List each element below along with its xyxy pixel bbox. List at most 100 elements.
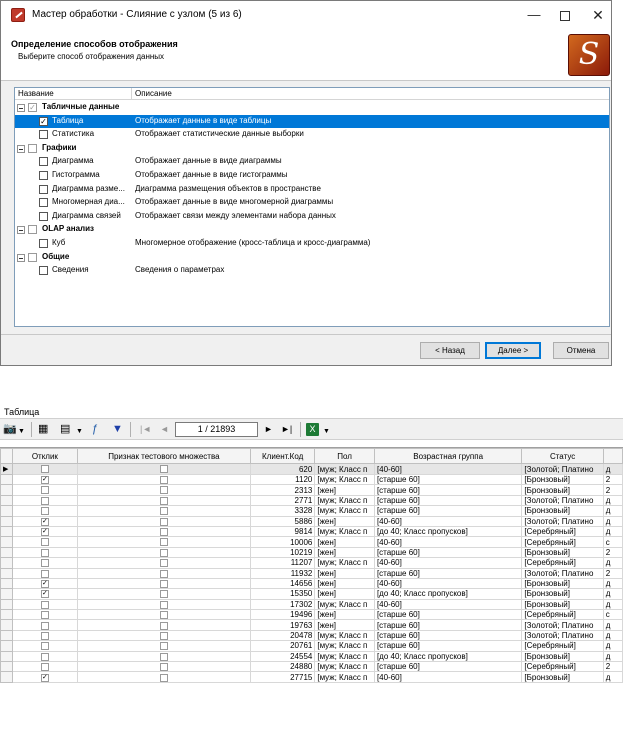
cell-gender[interactable]: [жен] <box>314 536 375 548</box>
row-indicator[interactable] <box>0 598 13 611</box>
cell-otklik[interactable] <box>11 650 78 663</box>
cell-extra[interactable]: 2 <box>602 484 623 496</box>
group-checkbox[interactable] <box>28 252 37 262</box>
cell-status[interactable]: [Серебряный] <box>521 525 604 538</box>
row-indicator[interactable] <box>0 525 13 538</box>
checkbox[interactable] <box>40 548 49 557</box>
cell-age-group[interactable]: [старше 60] <box>373 546 523 559</box>
row-indicator[interactable] <box>0 619 13 631</box>
row-indicator[interactable] <box>0 494 13 507</box>
cell-test-set[interactable] <box>76 546 251 559</box>
cell-client-code[interactable]: 15350 <box>249 588 316 600</box>
item-checkbox[interactable] <box>39 198 48 208</box>
collapse-icon[interactable] <box>17 226 25 235</box>
cell-status[interactable]: [Золотой; Платино <box>521 619 604 631</box>
group-checkbox[interactable] <box>28 143 37 153</box>
cell-extra[interactable]: с <box>602 536 623 548</box>
row-indicator[interactable] <box>0 640 13 652</box>
cell-test-set[interactable] <box>76 494 251 507</box>
cell-extra[interactable]: 2 <box>602 661 623 673</box>
cell-extra[interactable]: 2 <box>602 567 623 579</box>
cell-otklik[interactable] <box>11 557 78 569</box>
cell-age-group[interactable]: [старше 60] <box>373 473 523 486</box>
group-checkbox[interactable] <box>28 225 37 235</box>
camera-icon[interactable]: 📷 <box>3 423 17 435</box>
checkbox[interactable] <box>40 465 49 474</box>
cell-age-group[interactable]: [старше 60] <box>373 494 523 507</box>
cell-extra[interactable]: д <box>602 557 623 569</box>
cell-gender[interactable]: [муж; Класс п <box>314 671 375 683</box>
cell-status[interactable]: [Серебряный] <box>521 661 604 673</box>
item-checkbox[interactable] <box>39 239 48 248</box>
minimize-button[interactable]: — <box>521 5 547 25</box>
checkbox[interactable] <box>40 538 49 547</box>
checkbox[interactable]: ✓ <box>40 590 49 599</box>
row-indicator[interactable] <box>0 557 13 569</box>
checkbox[interactable] <box>40 631 49 640</box>
maximize-button[interactable] <box>552 5 578 25</box>
tree-group[interactable]: OLAP анализ <box>15 223 609 236</box>
checkbox[interactable] <box>159 538 168 547</box>
collapse-icon[interactable] <box>17 144 25 153</box>
visualizer-item[interactable]: Гистограмма Отображает данные в виде гист… <box>15 169 609 182</box>
cell-status[interactable]: [Серебряный] <box>521 640 604 652</box>
properties-icon[interactable]: ▦ <box>38 423 48 435</box>
row-indicator[interactable] <box>0 473 13 486</box>
cell-gender[interactable]: [муж; Класс п <box>314 661 375 673</box>
cell-client-code[interactable]: 10219 <box>249 546 316 559</box>
item-checkbox[interactable] <box>39 171 48 180</box>
checkbox[interactable] <box>40 611 49 619</box>
cell-gender[interactable]: [жен] <box>314 588 375 600</box>
cell-status[interactable]: [Золотой; Платино <box>521 494 604 507</box>
cell-status[interactable]: [Серебряный] <box>521 536 604 548</box>
checkbox[interactable] <box>159 559 168 567</box>
checkbox[interactable] <box>159 621 168 630</box>
row-indicator[interactable] <box>0 671 13 683</box>
table-row[interactable]: ✓ 5886 [жен] [40-60] [Золотой; Платино д <box>0 515 623 527</box>
checkbox[interactable] <box>159 507 168 516</box>
checkbox[interactable] <box>159 528 168 536</box>
column-header-client-code[interactable]: Клиент.Код <box>249 448 316 464</box>
checkbox[interactable] <box>159 590 168 599</box>
cell-test-set[interactable] <box>76 588 251 600</box>
cell-test-set[interactable] <box>76 536 251 548</box>
page-indicator[interactable]: 1 / 21893 <box>175 422 258 437</box>
column-header-test-set[interactable]: Признак тестового множества <box>76 448 251 464</box>
cell-test-set[interactable] <box>76 619 251 631</box>
row-indicator[interactable]: ▶ <box>0 463 13 475</box>
cell-test-set[interactable] <box>76 525 251 538</box>
cell-test-set[interactable] <box>76 650 251 663</box>
cell-otklik[interactable] <box>11 536 78 548</box>
cell-age-group[interactable]: [старше 60] <box>373 629 523 642</box>
collapse-icon[interactable] <box>17 253 25 262</box>
checkbox[interactable]: ✓ <box>40 517 49 526</box>
checkbox[interactable] <box>40 663 49 671</box>
item-checkbox[interactable]: ✓ <box>39 116 48 126</box>
cell-otklik[interactable]: ✓ <box>11 577 78 590</box>
cell-client-code[interactable]: 24880 <box>249 661 316 673</box>
cell-test-set[interactable] <box>76 515 251 527</box>
table-row[interactable]: 10006 [жен] [40-60] [Серебряный] с <box>0 536 623 548</box>
row-indicator[interactable] <box>0 609 13 621</box>
item-checkbox[interactable] <box>39 184 48 194</box>
filter-icon[interactable]: ▼ <box>112 423 123 435</box>
cancel-button[interactable]: Отмена <box>553 342 609 359</box>
cell-client-code[interactable]: 20478 <box>249 629 316 642</box>
table-row[interactable]: 20761 [муж; Класс п [старше 60] [Серебряный… <box>0 640 623 652</box>
checkbox[interactable] <box>40 486 49 495</box>
cell-client-code[interactable]: 19496 <box>249 609 316 621</box>
row-indicator[interactable] <box>0 567 13 579</box>
checkbox[interactable]: ✓ <box>40 528 49 536</box>
checkbox[interactable] <box>159 600 168 609</box>
cell-test-set[interactable] <box>76 557 251 569</box>
checkbox[interactable] <box>159 465 168 474</box>
cell-gender[interactable]: [жен] <box>314 619 375 631</box>
cell-status[interactable]: [Бронзовый] <box>521 598 604 611</box>
table-row[interactable]: ✓ 14656 [жен] [40-60] [Бронзовый] д <box>0 577 623 590</box>
cell-age-group[interactable]: [40-60] <box>373 671 523 683</box>
checkbox[interactable] <box>40 507 49 516</box>
checkbox[interactable] <box>40 496 49 505</box>
checkbox[interactable] <box>40 621 49 630</box>
row-indicator[interactable] <box>0 577 13 590</box>
tree-group[interactable]: Общие <box>15 251 609 264</box>
